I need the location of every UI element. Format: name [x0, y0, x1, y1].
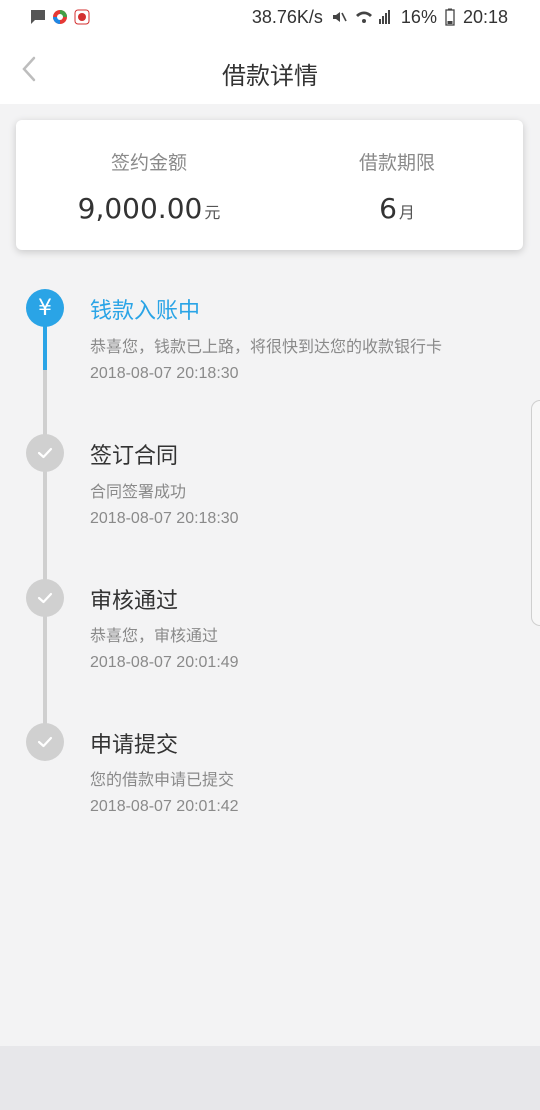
- notification-icons: [30, 6, 90, 28]
- term-value: 6月: [271, 192, 523, 225]
- step-description: 您的借款申请已提交: [90, 770, 235, 789]
- term-label: 借款期限: [358, 152, 435, 174]
- step-time: 2018-08-07 20:01:49: [90, 654, 239, 671]
- step-title: 签订合同: [90, 444, 179, 469]
- step-time: 2018-08-07 20:18:30: [90, 365, 239, 382]
- step-time: 2018-08-07 20:18:30: [90, 510, 239, 527]
- clock: 20:18: [462, 6, 508, 27]
- amount-value: 9,000.00 元: [16, 192, 282, 225]
- check-icon: [26, 579, 64, 617]
- mute-icon: [332, 12, 347, 22]
- step-description: 恭喜您，钱款已上路，将很快到达您的收款银行卡: [90, 337, 443, 356]
- check-icon: [26, 434, 64, 472]
- network-speed: 38.76K/s: [251, 6, 323, 27]
- system-status: 38.76K/s 16% 20:18: [252, 6, 508, 28]
- wifi-signal-icon: [355, 10, 390, 24]
- amount-label: 签约金额: [110, 152, 187, 174]
- battery-icon: [445, 8, 455, 26]
- status-bar: 38.76K/s 16% 20:18: [0, 0, 540, 34]
- edge-panel-handle[interactable]: [531, 400, 540, 626]
- step-title: 申请提交: [90, 733, 179, 758]
- game-app-icon: [74, 9, 90, 25]
- check-icon: [26, 723, 64, 761]
- battery-percent: 16%: [400, 6, 437, 27]
- loan-summary-card: 签约金额 9,000.00 元 借款期限 6月: [16, 120, 523, 250]
- page-header: 借款详情: [0, 34, 540, 104]
- term-unit: 月: [398, 203, 415, 222]
- bottom-bar: [0, 1046, 540, 1110]
- amount-unit: 元: [204, 203, 221, 222]
- step-description: 恭喜您，审核通过: [90, 626, 219, 645]
- yen-icon: ¥: [26, 289, 64, 327]
- step-description: 合同签署成功: [90, 482, 187, 501]
- term-column: 借款期限 6月: [271, 120, 523, 250]
- step-time: 2018-08-07 20:01:42: [90, 798, 239, 815]
- amount-number: 9,000.00: [77, 192, 203, 225]
- app-icon: [53, 10, 67, 24]
- page-title: 借款详情: [222, 62, 318, 90]
- step-title: 审核通过: [90, 589, 179, 614]
- step-title: 钱款入账中: [90, 299, 201, 324]
- timeline-connector: [43, 370, 47, 742]
- message-icon: [31, 10, 45, 24]
- term-number: 6: [379, 192, 397, 225]
- amount-column: 签约金额 9,000.00 元: [16, 120, 282, 250]
- timeline-connector-active: [43, 326, 47, 370]
